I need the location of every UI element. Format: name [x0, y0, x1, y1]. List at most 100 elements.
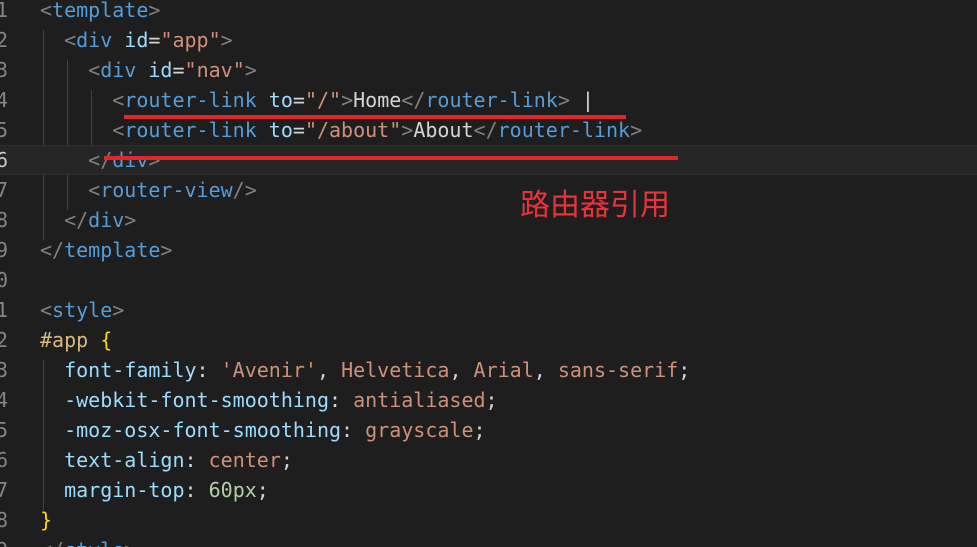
code-editor[interactable]: 1 <template> 2 <div id="app"> 3 <div id="na…	[0, 0, 977, 547]
code-line[interactable]: 9 </template>	[0, 235, 977, 265]
line-number: 3	[0, 58, 8, 82]
code-token: </	[40, 238, 65, 262]
code-line[interactable]: 0	[0, 265, 977, 295]
line-code[interactable]: <div id="nav">	[40, 55, 257, 85]
line-code[interactable]: <div id="app">	[40, 25, 233, 55]
code-line[interactable]: 5 -moz-osx-font-smoothing: grayscale;	[0, 415, 977, 445]
line-code[interactable]: <router-link to="/">Home</router-link> |	[40, 85, 594, 115]
code-token: Helvetica	[341, 358, 450, 382]
line-code[interactable]: <style>	[40, 295, 124, 325]
code-token: grayscale	[365, 418, 474, 442]
code-line[interactable]: 3 font-family: 'Avenir', Helvetica, Aria…	[0, 355, 977, 385]
annotation-underline-1	[124, 115, 626, 119]
code-line[interactable]: 1 <template>	[0, 0, 977, 25]
code-line[interactable]: 1 <style>	[0, 295, 977, 325]
line-number: 5	[0, 118, 8, 142]
line-code[interactable]: <router-view/>	[40, 175, 257, 205]
line-number: 6	[0, 148, 8, 172]
code-token: ,	[449, 358, 474, 382]
line-number: 7	[0, 478, 8, 502]
code-line[interactable]: 8}	[0, 505, 977, 535]
code-line[interactable]: 6 text-align: center;	[0, 445, 977, 475]
code-token: >	[148, 148, 161, 172]
code-token: <	[40, 178, 101, 202]
code-token: id	[124, 28, 149, 52]
code-token: ;	[256, 478, 269, 502]
code-token: ;	[473, 418, 486, 442]
code-line[interactable]: 8 </div>	[0, 205, 977, 235]
code-line[interactable]: 4 <router-link to="/">Home</router-link>…	[0, 85, 977, 115]
code-token: />	[232, 178, 257, 202]
line-code[interactable]: </div>	[40, 146, 160, 174]
code-token: <	[40, 28, 77, 52]
code-token: style	[52, 298, 113, 322]
code-token: </	[40, 148, 113, 172]
code-token: ;	[280, 448, 293, 472]
code-line[interactable]: 2 <div id="app">	[0, 25, 977, 55]
line-number: 8	[0, 208, 8, 232]
code-token: About	[413, 118, 474, 142]
code-token: >	[148, 0, 161, 22]
code-token: -moz-osx-font-smoothing	[64, 418, 342, 442]
code-line[interactable]: 2 #app {	[0, 325, 977, 355]
code-token: >	[124, 208, 137, 232]
line-number: 3	[0, 358, 8, 382]
code-token: Arial	[473, 358, 534, 382]
code-token: :	[184, 448, 209, 472]
code-line[interactable]: 4 -webkit-font-smoothing: antialiased;	[0, 385, 977, 415]
line-number: 9	[0, 238, 8, 262]
code-token: 60px	[208, 478, 257, 502]
line-code[interactable]: text-align: center;	[40, 445, 293, 475]
line-code[interactable]: }	[40, 505, 52, 535]
code-token: >	[557, 88, 570, 112]
code-line[interactable]: 7 margin-top: 60px;	[0, 475, 977, 505]
code-token: =	[172, 58, 185, 82]
line-code[interactable]: margin-top: 60px;	[40, 475, 269, 505]
code-token: >	[630, 118, 643, 142]
code-line[interactable]: 6 </div>	[0, 145, 977, 175]
code-token: <	[40, 88, 125, 112]
line-code[interactable]: #app {	[40, 325, 112, 355]
line-code[interactable]: </div>	[40, 205, 136, 235]
line-number: 7	[0, 178, 8, 202]
line-number: 9	[0, 535, 8, 547]
line-number: 6	[0, 448, 8, 472]
code-line[interactable]: 3 <div id="nav">	[0, 55, 977, 85]
code-token: </	[401, 88, 426, 112]
code-token: style	[64, 538, 124, 547]
code-token: Home	[353, 88, 402, 112]
line-code[interactable]: -moz-osx-font-smoothing: grayscale;	[40, 415, 486, 445]
code-token: div	[112, 148, 149, 172]
code-token: =	[148, 28, 161, 52]
code-token: #app	[40, 328, 89, 352]
line-number: 2	[0, 28, 8, 52]
code-line[interactable]: 9 </style>	[0, 535, 977, 547]
line-code[interactable]: </template>	[40, 235, 172, 265]
line-code[interactable]: <template>	[40, 0, 160, 25]
annotation-underline-2	[104, 156, 678, 160]
code-token: router-link	[124, 88, 257, 112]
code-token: "nav"	[184, 58, 245, 82]
code-line[interactable]: 5 <router-link to="/about">About</router…	[0, 115, 977, 145]
code-token: id	[148, 58, 173, 82]
code-token: ,	[316, 358, 342, 382]
line-code[interactable]: <router-link to="/about">About</router-l…	[40, 115, 642, 145]
line-code[interactable]: font-family: 'Avenir', Helvetica, Arial,…	[40, 355, 690, 385]
code-token: ,	[533, 358, 558, 382]
line-code[interactable]: </style>	[40, 535, 136, 547]
line-number: 1	[0, 0, 8, 22]
code-line[interactable]: 7 <router-view/>	[0, 175, 977, 205]
code-token: template	[52, 0, 149, 22]
line-code[interactable]: -webkit-font-smoothing: antialiased;	[40, 385, 498, 415]
code-token: "app"	[160, 28, 221, 52]
code-token: {	[100, 328, 113, 352]
